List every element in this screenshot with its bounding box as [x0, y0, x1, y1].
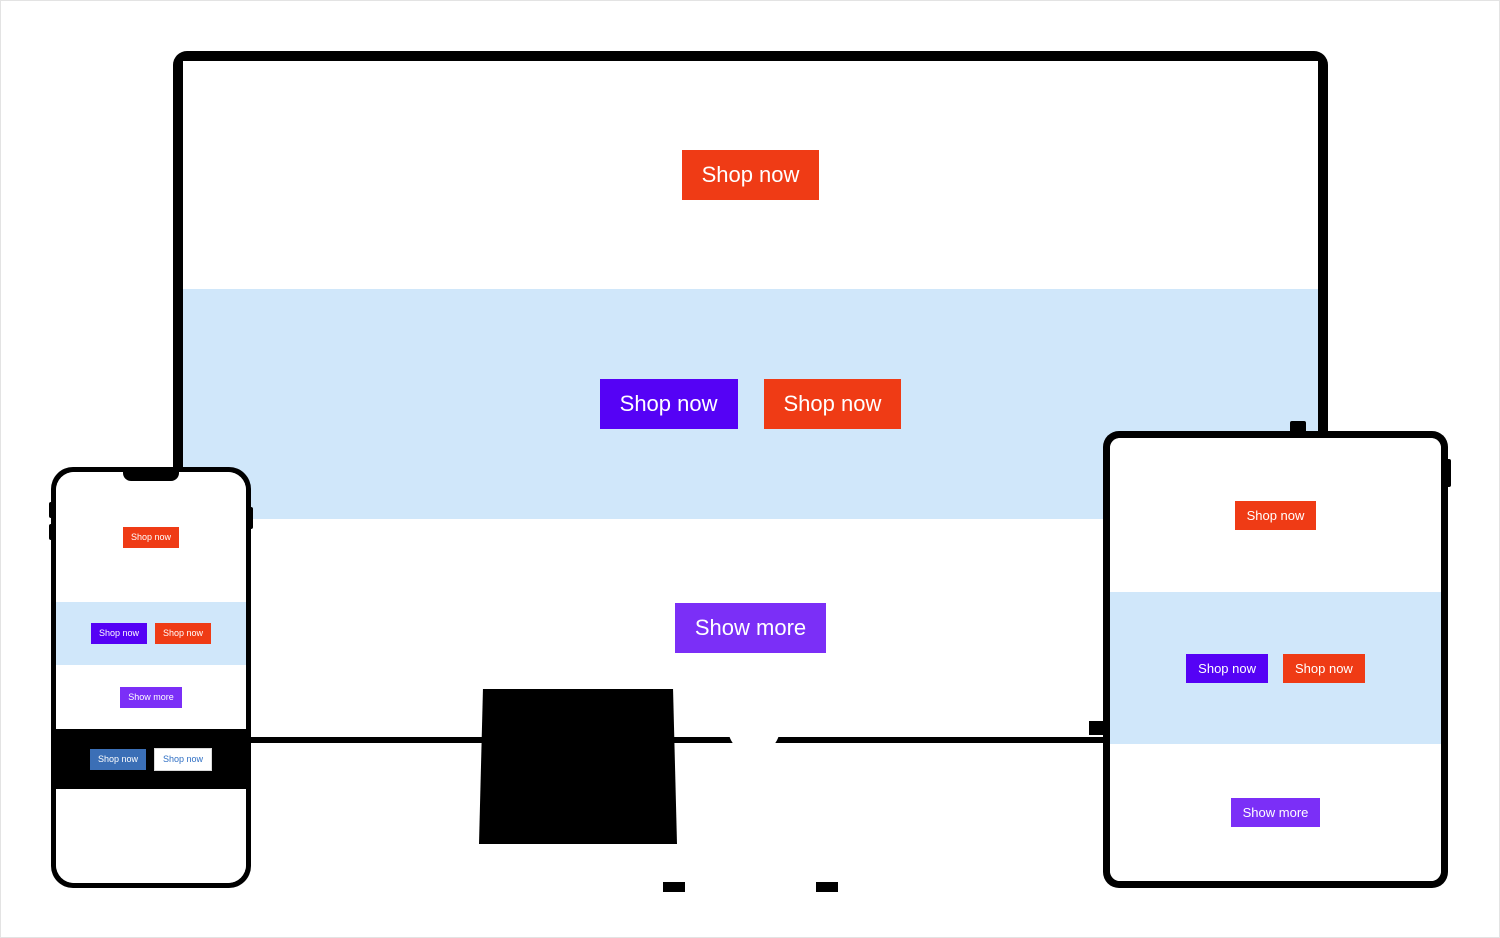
tablet-show-more-button[interactable]: Show more — [1230, 798, 1321, 827]
tablet-power-button[interactable] — [1290, 421, 1306, 433]
phone-section-1: Shop now — [56, 472, 246, 602]
tablet-volume-button-right[interactable] — [1447, 459, 1451, 487]
tablet-section-1: Shop now — [1110, 438, 1441, 592]
phone-shop-now-button-purple[interactable]: Shop now — [90, 623, 147, 644]
tablet-screen: Shop now Shop now Shop now Show more — [1110, 438, 1441, 881]
desktop-shop-now-button-red[interactable]: Shop now — [763, 379, 902, 429]
phone-section-3: Show more — [56, 665, 246, 729]
phone-notch — [123, 470, 179, 481]
phone-volume-down-button[interactable] — [49, 524, 52, 540]
tablet-section-2: Shop now Shop now — [1110, 592, 1441, 744]
phone-screen: Shop now Shop now Shop now Show more Sho… — [56, 472, 246, 883]
phone-shop-now-button-steel[interactable]: Shop now — [89, 748, 146, 770]
monitor-stand-foot-right — [816, 882, 838, 892]
phone-section-4-dark: Shop now Shop now — [56, 729, 246, 789]
phone-mockup: Shop now Shop now Shop now Show more Sho… — [49, 467, 253, 888]
desktop-shop-now-button-purple[interactable]: Shop now — [599, 379, 738, 429]
tablet-shop-now-button-1[interactable]: Shop now — [1234, 500, 1317, 530]
monitor-stand-foot-left — [663, 882, 685, 892]
desktop-shop-now-button-1[interactable]: Shop now — [681, 150, 820, 200]
page-canvas: Shop now Shop now Shop now Show more Sho… — [0, 0, 1500, 938]
phone-volume-up-button[interactable] — [49, 502, 52, 518]
tablet-section-3: Show more — [1110, 744, 1441, 881]
phone-shop-now-button-outline[interactable]: Shop now — [154, 747, 213, 771]
tablet-port-button-left[interactable] — [1089, 721, 1105, 735]
tablet-shop-now-button-purple[interactable]: Shop now — [1186, 653, 1268, 683]
tablet-mockup: Shop now Shop now Shop now Show more — [1089, 421, 1451, 888]
phone-shop-now-button-red[interactable]: Shop now — [155, 623, 212, 644]
monitor-stand-notch — [728, 728, 780, 754]
phone-section-2: Shop now Shop now — [56, 602, 246, 665]
phone-shop-now-button-1[interactable]: Shop now — [122, 526, 180, 548]
phone-power-button[interactable] — [250, 507, 253, 529]
desktop-section-1: Shop now — [183, 61, 1318, 289]
monitor-stand — [479, 689, 677, 844]
phone-section-5-empty — [56, 789, 246, 883]
tablet-shop-now-button-red[interactable]: Shop now — [1283, 653, 1365, 683]
phone-show-more-button[interactable]: Show more — [120, 686, 182, 708]
desktop-show-more-button[interactable]: Show more — [674, 603, 827, 653]
